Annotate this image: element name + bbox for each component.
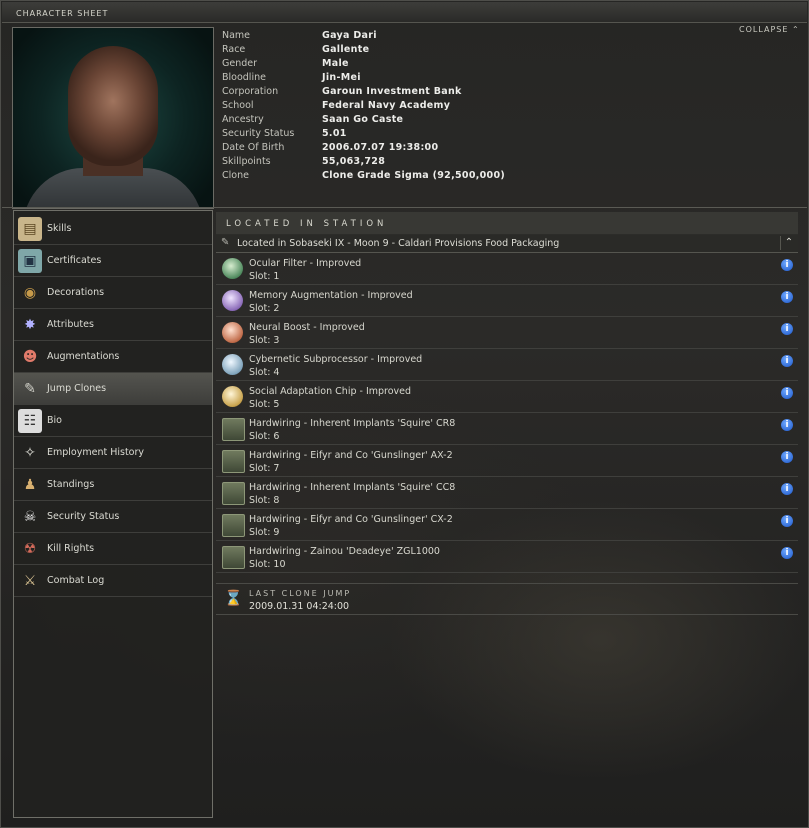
implant-row[interactable]: Hardwiring - Eifyr and Co 'Gunslinger' C… bbox=[216, 509, 798, 541]
last-clone-jump: ⌛ LAST CLONE JUMP 2009.01.31 04:24:00 bbox=[216, 583, 798, 615]
hardwiring-chip-icon bbox=[222, 482, 245, 505]
info-icon[interactable]: i bbox=[781, 547, 793, 559]
jump-clone-panel: LOCATED IN STATION ✎ Located in Sobaseki… bbox=[216, 212, 798, 615]
crossed-swords-icon: ⚔ bbox=[23, 573, 37, 589]
info-icon[interactable]: i bbox=[781, 323, 793, 335]
implant-row[interactable]: Hardwiring - Zainou 'Deadeye' ZGL1000 Sl… bbox=[216, 541, 798, 573]
info-icon[interactable]: i bbox=[781, 419, 793, 431]
section-divider bbox=[2, 207, 807, 208]
implant-row[interactable]: Social Adaptation Chip - Improved Slot: … bbox=[216, 381, 798, 413]
info-icon[interactable]: i bbox=[781, 387, 793, 399]
kill-rights-icon: ☢ bbox=[23, 541, 37, 557]
implant-row[interactable]: Ocular Filter - Improved Slot: 1 i bbox=[216, 253, 798, 285]
window-title: CHARACTER SHEET bbox=[16, 9, 109, 18]
info-icon[interactable]: i bbox=[781, 515, 793, 527]
sidebar-item-security-status[interactable]: ☠ Security Status bbox=[14, 501, 212, 533]
skull-icon: ☠ bbox=[23, 509, 37, 525]
hardwiring-chip-icon bbox=[222, 514, 245, 537]
station-icon: ✎ bbox=[221, 237, 230, 248]
character-info: Name Gaya Dari Race Gallente Gender Male… bbox=[222, 30, 506, 181]
info-icon[interactable]: i bbox=[781, 451, 793, 463]
ocular-filter-icon bbox=[222, 258, 243, 279]
neural-boost-icon bbox=[222, 322, 243, 343]
augmentation-icon: ☻ bbox=[22, 349, 38, 365]
memory-augmentation-icon bbox=[222, 290, 243, 311]
hardwiring-chip-icon bbox=[222, 450, 245, 473]
sidebar-item-certificates[interactable]: ▣ Certificates bbox=[14, 245, 212, 277]
implant-row[interactable]: Hardwiring - Inherent Implants 'Squire' … bbox=[216, 477, 798, 509]
info-icon[interactable]: i bbox=[781, 291, 793, 303]
hardwiring-chip-icon bbox=[222, 418, 245, 441]
sidebar-item-bio[interactable]: ☷ Bio bbox=[14, 405, 212, 437]
implant-row[interactable]: Hardwiring - Eifyr and Co 'Gunslinger' A… bbox=[216, 445, 798, 477]
info-icon[interactable]: i bbox=[781, 483, 793, 495]
sidebar-item-employment-history[interactable]: ✧ Employment History bbox=[14, 437, 212, 469]
standings-icon: ♟ bbox=[23, 477, 37, 493]
character-portrait[interactable] bbox=[12, 27, 214, 209]
social-adaptation-icon bbox=[222, 386, 243, 407]
jump-clone-icon: ✎ bbox=[24, 381, 36, 397]
sidebar-nav: ▤ Skills ▣ Certificates ◉ Decorations ✸ … bbox=[13, 210, 213, 818]
location-text: Located in Sobaseki IX - Moon 9 - Caldar… bbox=[237, 238, 560, 249]
implant-row[interactable]: Memory Augmentation - Improved Slot: 2 i bbox=[216, 285, 798, 317]
sidebar-item-augmentations[interactable]: ☻ Augmentations bbox=[14, 341, 212, 373]
cybernetic-subprocessor-icon bbox=[222, 354, 243, 375]
hourglass-icon: ⌛ bbox=[224, 589, 243, 607]
employment-icon: ✧ bbox=[24, 445, 36, 461]
location-row[interactable]: ✎ Located in Sobaseki IX - Moon 9 - Cald… bbox=[216, 234, 798, 253]
sidebar-item-decorations[interactable]: ◉ Decorations bbox=[14, 277, 212, 309]
sidebar-item-jump-clones[interactable]: ✎ Jump Clones bbox=[14, 373, 212, 405]
panel-header: LOCATED IN STATION bbox=[216, 212, 798, 235]
implant-row[interactable]: Hardwiring - Inherent Implants 'Squire' … bbox=[216, 413, 798, 445]
sidebar-item-skills[interactable]: ▤ Skills bbox=[14, 213, 212, 245]
collapse-group-button[interactable]: ⌃ bbox=[780, 236, 797, 250]
implant-row[interactable]: Cybernetic Subprocessor - Improved Slot:… bbox=[216, 349, 798, 381]
info-icon[interactable]: i bbox=[781, 259, 793, 271]
sidebar-item-kill-rights[interactable]: ☢ Kill Rights bbox=[14, 533, 212, 565]
medal-icon: ◉ bbox=[23, 285, 37, 301]
implant-row[interactable]: Neural Boost - Improved Slot: 3 i bbox=[216, 317, 798, 349]
book-icon: ▤ bbox=[18, 217, 42, 241]
sidebar-item-standings[interactable]: ♟ Standings bbox=[14, 469, 212, 501]
window-titlebar[interactable]: CHARACTER SHEET bbox=[2, 2, 807, 23]
certificate-icon: ▣ bbox=[18, 249, 42, 273]
bio-icon: ☷ bbox=[18, 409, 42, 433]
attributes-icon: ✸ bbox=[24, 317, 36, 333]
sidebar-item-attributes[interactable]: ✸ Attributes bbox=[14, 309, 212, 341]
hardwiring-chip-icon bbox=[222, 546, 245, 569]
sidebar-item-combat-log[interactable]: ⚔ Combat Log bbox=[14, 565, 212, 597]
info-icon[interactable]: i bbox=[781, 355, 793, 367]
